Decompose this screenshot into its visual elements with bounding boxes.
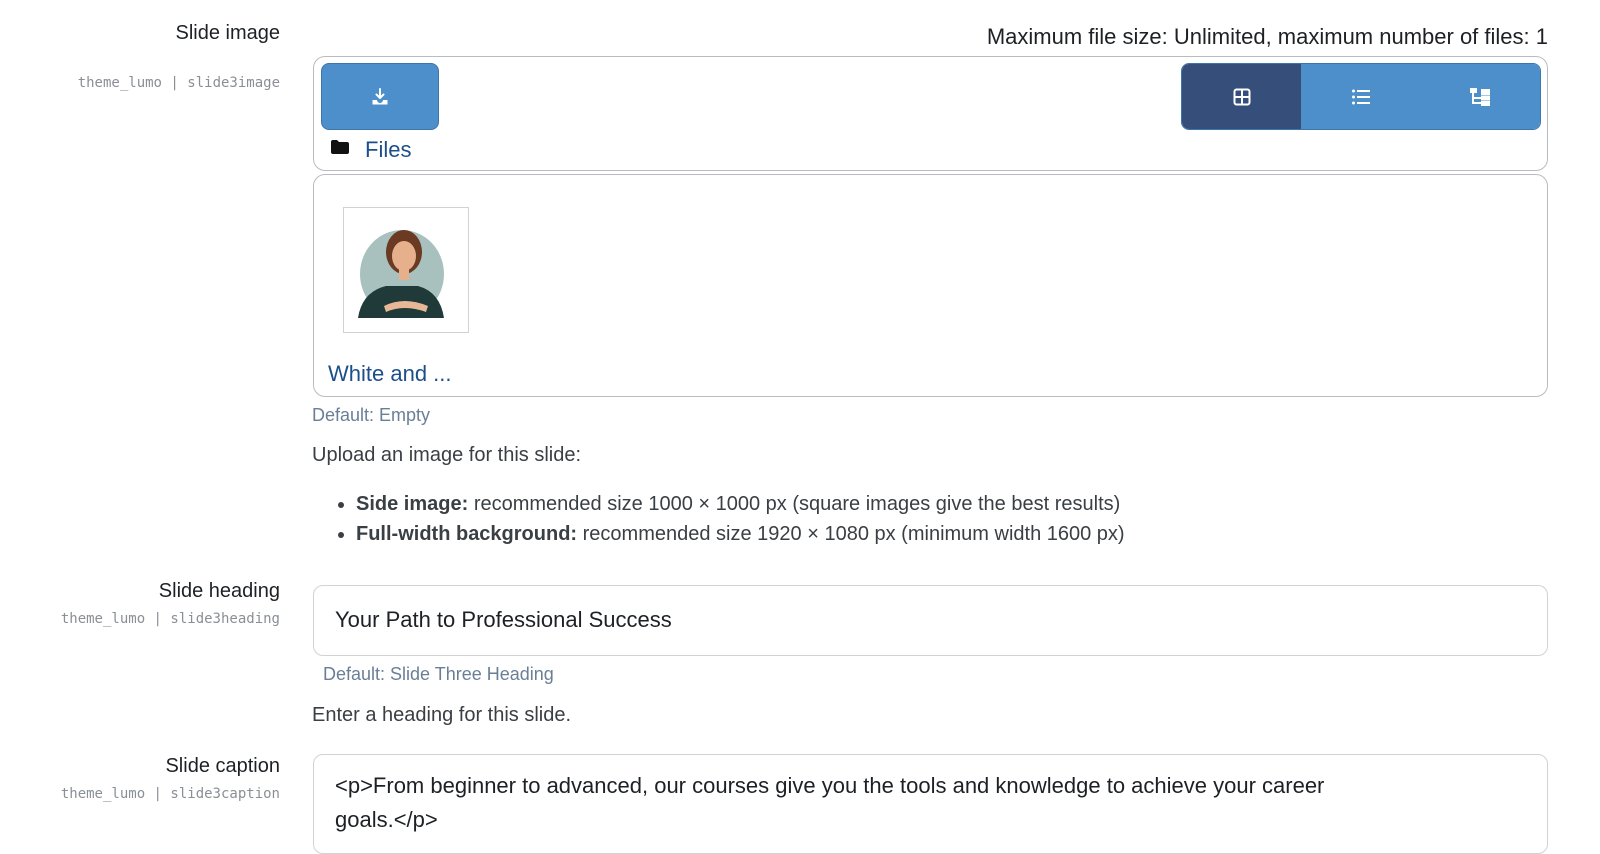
filepicker-toolbar: Files (313, 56, 1548, 171)
file-thumbnail[interactable] (343, 207, 469, 333)
slide-image-description: Upload an image for this slide: (312, 444, 582, 466)
slide-image-default: Default: Empty (312, 405, 431, 425)
tree-view-icon (1470, 87, 1491, 106)
slide-image-guidelines: Side image: recommended size 1000 × 1000… (312, 492, 1125, 552)
woman-portrait-image (344, 208, 468, 332)
folder-icon (331, 140, 349, 154)
slide-heading-default: Default: Slide Three Heading (323, 664, 554, 684)
download-tray-icon (372, 87, 388, 104)
slide-caption-label: Slide caption (165, 755, 280, 777)
list-item: Full-width background: recommended size … (356, 522, 1125, 546)
slide-heading-description: Enter a heading for this slide. (312, 704, 572, 726)
slide-heading-setting-name: theme_lumo | slide3heading (60, 611, 280, 627)
files-breadcrumb-link[interactable]: Files (365, 137, 411, 163)
slide-caption-line-2: goals.</p> (335, 807, 438, 832)
slide-heading-input[interactable]: Your Path to Professional Success (313, 585, 1548, 656)
slide-image-label: Slide image (175, 22, 280, 44)
grid-view-icon (1233, 88, 1251, 105)
add-file-button[interactable] (321, 63, 439, 130)
tree-view-button[interactable] (1420, 64, 1540, 129)
list-view-icon (1351, 89, 1370, 104)
filepicker-content: White and ... (313, 174, 1548, 397)
file-name[interactable]: White and ... (328, 361, 452, 387)
slide-caption-setting-name: theme_lumo | slide3caption (60, 786, 280, 802)
list-view-button[interactable] (1301, 64, 1421, 129)
view-switcher (1181, 63, 1541, 130)
slide-caption-textarea[interactable]: <p>From beginner to advanced, our course… (313, 754, 1548, 854)
slide-image-setting-name: theme_lumo | slide3image (77, 75, 280, 91)
slide-heading-value: Your Path to Professional Success (335, 607, 672, 632)
max-file-info: Maximum file size: Unlimited, maximum nu… (986, 24, 1548, 49)
slide-heading-label: Slide heading (158, 580, 280, 602)
slide-caption-line-1: <p>From beginner to advanced, our course… (335, 773, 1325, 798)
list-item: Side image: recommended size 1000 × 1000… (356, 492, 1125, 516)
grid-view-button[interactable] (1182, 64, 1302, 129)
